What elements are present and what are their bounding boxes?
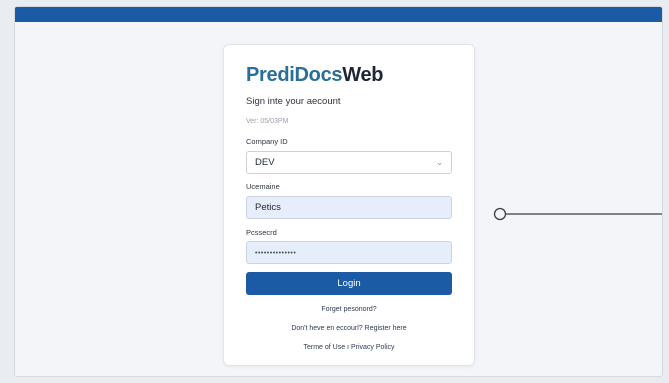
browser-frame: PrediDocsWeb Sign inte your aecount Ver:… [14, 6, 663, 377]
top-bar [15, 7, 662, 22]
circle-connector-icon [493, 207, 662, 221]
login-card: PrediDocsWeb Sign inte your aecount Ver:… [223, 44, 475, 366]
company-id-value: DEV [255, 157, 275, 168]
signin-subtitle: Sign inte your aecount [246, 96, 341, 107]
password-label: Pcssecrd [246, 228, 277, 237]
company-id-select[interactable]: DEV ⌄ [246, 151, 452, 174]
password-value: •••••••••••••• [255, 250, 297, 257]
app-logo: PrediDocsWeb [246, 64, 384, 87]
chevron-down-icon: ⌄ [436, 158, 443, 167]
username-input[interactable]: Petics [246, 196, 452, 219]
password-input[interactable]: •••••••••••••• [246, 241, 452, 264]
register-link[interactable]: Don't heve en eccourl? Register here [224, 325, 474, 332]
terms-privacy-link[interactable]: Terme of Use ı Privacy Policy [224, 344, 474, 351]
version-text: Ver: 05/03PM [246, 118, 289, 125]
forgot-password-link[interactable]: Forget pesonord? [224, 306, 474, 313]
login-button[interactable]: Login [246, 272, 452, 295]
username-value: Petics [255, 202, 281, 213]
username-label: Ucemaine [246, 182, 280, 191]
company-id-label: Company ID [246, 137, 288, 146]
logo-part-predidocs: PrediDocs [246, 64, 343, 86]
logo-part-web: Web [342, 64, 384, 86]
